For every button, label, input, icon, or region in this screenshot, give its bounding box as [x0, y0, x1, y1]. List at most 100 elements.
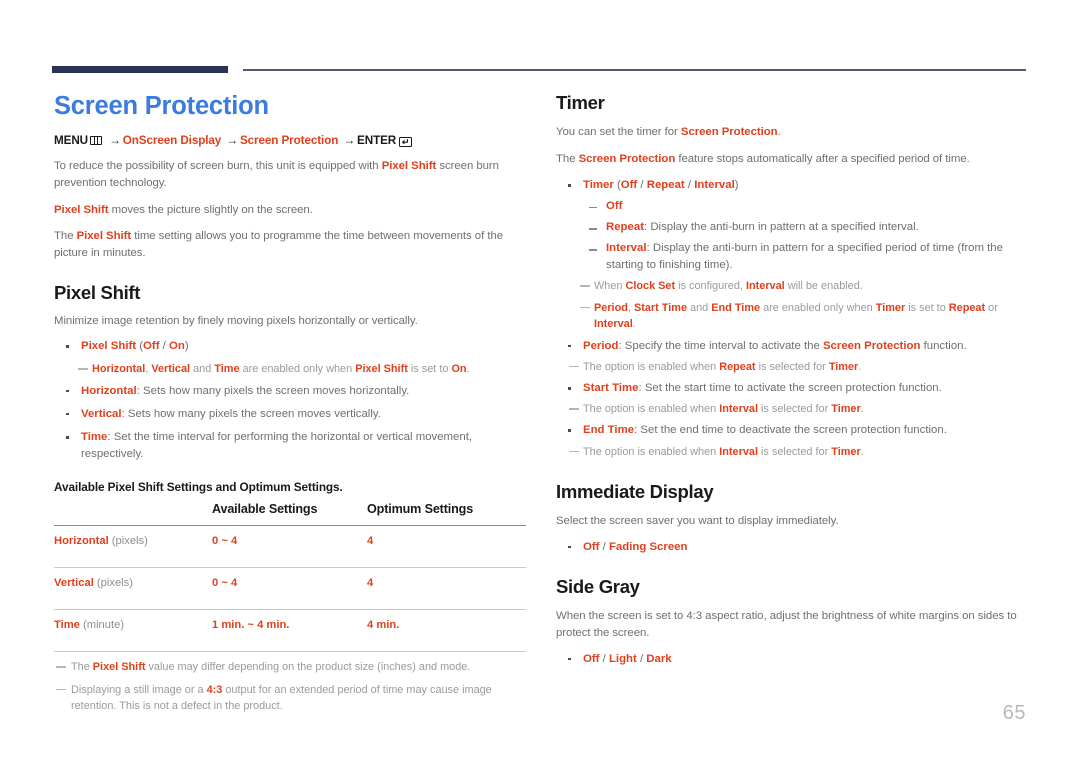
- enter-label: ENTER: [357, 134, 397, 148]
- list-item-horizontal: Horizontal: Sets how many pixels the scr…: [54, 383, 528, 400]
- horizontal-text: : Sets how many pixels the screen moves …: [136, 384, 410, 397]
- note-b: is configured,: [675, 280, 746, 293]
- row-available-time: 1 min. ~ 4 min.: [212, 609, 367, 652]
- timer-key: Timer: [583, 178, 614, 191]
- period-text-keyword: Screen Protection: [822, 339, 921, 352]
- period-text-a: : Specify the time interval to activate …: [618, 339, 823, 352]
- table-row: Horizontal (pixels) 0 ~ 4 4: [54, 525, 526, 568]
- footnote-still-image: Displaying a still image or a 4:3 output…: [54, 682, 528, 715]
- list-item-time: Time: Set the time interval for performi…: [54, 429, 528, 463]
- table-col-header-available: Available Settings: [212, 502, 318, 517]
- list-item-vertical: Vertical: Sets how many pixels the scree…: [54, 406, 528, 423]
- row-key: Horizontal: [54, 535, 109, 548]
- option-light: Light: [608, 652, 637, 665]
- timer-p2-keyword: Screen Protection: [578, 152, 676, 165]
- vertical-key: Vertical: [81, 407, 122, 420]
- cell-value: 0 ~ 4: [212, 577, 238, 590]
- note-start-time-option: The option is enabled when Interval is s…: [556, 401, 1030, 417]
- period-text-b: function.: [920, 339, 967, 352]
- list-item-end-time: End Time: Set the end time to deactivate…: [556, 422, 1030, 439]
- row-unit: (minute): [79, 619, 125, 632]
- note-end-time-option: The option is enabled when Interval is s…: [556, 444, 1030, 460]
- footnote-keyword: 4:3: [206, 683, 223, 696]
- note-b: is selected for: [757, 403, 832, 416]
- paren-open: (: [613, 178, 621, 191]
- note-t2: and: [687, 301, 712, 314]
- intro-p2-keyword: Pixel Shift: [54, 203, 109, 216]
- note-k2: Interval: [745, 280, 785, 293]
- note-k2: Timer: [831, 445, 861, 458]
- row-label-time: Time (minute): [54, 609, 212, 652]
- section-title-side-gray: Side Gray: [556, 575, 640, 597]
- note-t4: is set to: [905, 301, 949, 314]
- end-time-key: End Time: [583, 424, 635, 437]
- time-key: Time: [81, 430, 108, 443]
- header-rule-thick: [52, 66, 228, 73]
- list-item-immediate-display-options: Off / Fading Screen: [556, 539, 1030, 556]
- enter-glyph: ↵: [401, 136, 410, 147]
- note-k1: Clock Set: [625, 280, 676, 293]
- note-clock-set: When Clock Set is configured, Interval w…: [556, 278, 1030, 294]
- intro-p3-a: The: [54, 230, 77, 243]
- footnote-a: The: [71, 661, 93, 674]
- sub-item-repeat: Repeat: Display the anti-burn in pattern…: [556, 219, 1030, 236]
- note-t6: .: [632, 318, 636, 331]
- period-key: Period: [583, 339, 619, 352]
- footnote-keyword: Pixel Shift: [92, 661, 146, 674]
- start-time-text: : Set the start time to activate the scr…: [638, 382, 942, 395]
- note-b: is selected for: [755, 360, 829, 373]
- list-item-pixel-shift-option: Pixel Shift (Off / On): [54, 338, 528, 355]
- sub-item-interval: Interval: Display the anti-burn in patte…: [556, 240, 1030, 274]
- note-k2: Vertical: [151, 363, 191, 376]
- header-rules: [52, 66, 1026, 78]
- intro-paragraph-1: To reduce the possibility of screen burn…: [54, 158, 528, 193]
- option-sep-1: /: [599, 652, 609, 665]
- list-item-timer-option: Timer (Off / Repeat / Interval): [556, 177, 1030, 194]
- note-k1: Period: [594, 301, 628, 314]
- intro-paragraph-2: Pixel Shift moves the picture slightly o…: [54, 202, 528, 219]
- option-fading-screen: Fading Screen: [608, 540, 688, 553]
- row-label-vertical: Vertical (pixels): [54, 567, 212, 610]
- enter-key-icon: ↵: [399, 136, 413, 148]
- intro-p2-b: moves the picture slightly on the screen…: [108, 203, 313, 216]
- note-k1: Interval: [719, 403, 758, 416]
- option-sep: /: [599, 540, 609, 553]
- sub-key-repeat: Repeat: [606, 221, 644, 234]
- cell-value: 4 min.: [367, 619, 400, 632]
- row-unit: (pixels): [108, 535, 148, 548]
- option-interval: Interval: [694, 178, 735, 191]
- table-header-row: Available Settings Optimum Settings: [54, 500, 526, 526]
- row-key: Time: [54, 619, 80, 632]
- row-label-horizontal: Horizontal (pixels): [54, 525, 212, 568]
- document-page: Screen Protection MENU → OnScreen Display…: [0, 0, 1080, 763]
- note-b: is selected for: [757, 445, 832, 458]
- timer-p1-b: .: [777, 126, 781, 139]
- paren-close: ): [184, 340, 189, 353]
- row-key: Vertical: [54, 577, 94, 590]
- time-text: : Set the time interval for performing t…: [81, 430, 473, 461]
- option-sep-2: /: [684, 178, 695, 191]
- list-item-side-gray-options: Off / Light / Dark: [556, 651, 1030, 668]
- side-gray-intro: When the screen is set to 4:3 aspect rat…: [556, 609, 1017, 640]
- note-t2: and: [190, 363, 215, 376]
- note-c: will be enabled.: [784, 280, 863, 293]
- note-k5: Repeat: [948, 301, 986, 314]
- vertical-text: : Sets how many pixels the screen moves …: [121, 407, 381, 420]
- cell-value: 1 min. ~ 4 min.: [212, 619, 290, 632]
- note-t3: are enabled only when: [760, 301, 876, 314]
- option-sep: /: [159, 340, 169, 353]
- footnote-a: Displaying a still image or a: [71, 683, 207, 696]
- note-period-enable: Period, Start Time and End Time are enab…: [556, 300, 1030, 333]
- pixel-shift-list: Pixel Shift (Off / On) Horizontal, Verti…: [54, 338, 528, 463]
- timer-p1-a: You can set the timer for: [556, 126, 681, 139]
- intro-p1-a: To reduce the possibility of screen burn…: [54, 160, 382, 173]
- note-k4: Timer: [875, 301, 906, 314]
- arrow-icon-3: →: [343, 134, 356, 148]
- note-pixel-shift-enable: Horizontal, Vertical and Time are enable…: [54, 361, 528, 377]
- note-a: When: [594, 280, 626, 293]
- left-column: Screen Protection MENU → OnScreen Display…: [54, 92, 528, 720]
- note-k2: Start Time: [633, 301, 688, 314]
- section-title-pixel-shift: Pixel Shift: [54, 281, 141, 303]
- note-k1: Repeat: [719, 360, 756, 373]
- section-title-timer: Timer: [556, 92, 605, 113]
